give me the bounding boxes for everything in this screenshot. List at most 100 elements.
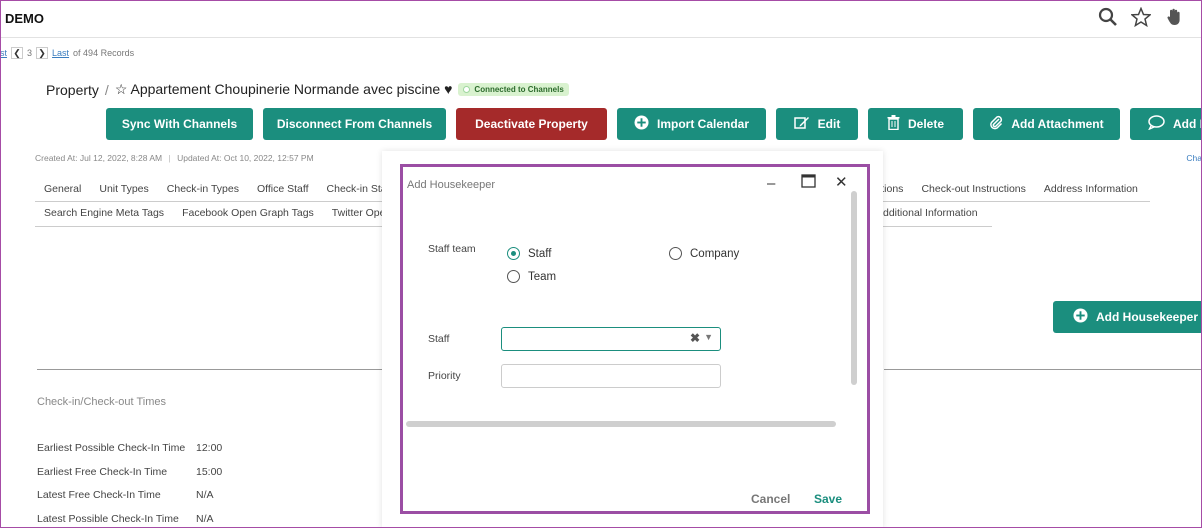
- tab-check-out-instructions[interactable]: Check-out Instructions: [921, 183, 1043, 195]
- deactivate-property-label: Deactivate Property: [475, 117, 588, 131]
- sync-channels-button[interactable]: Sync With Channels: [106, 108, 253, 140]
- time-value: 12:00: [196, 442, 223, 454]
- time-value: 15:00: [196, 465, 223, 478]
- updated-at: Updated At: Oct 10, 2022, 12:57 PM: [177, 153, 314, 163]
- minimize-icon[interactable]: –: [767, 175, 775, 192]
- edit-icon: [793, 115, 810, 133]
- pager-next-button[interactable]: ❯: [36, 47, 49, 59]
- save-button[interactable]: Save: [814, 492, 842, 506]
- disconnect-channels-button[interactable]: Disconnect From Channels: [263, 108, 446, 140]
- tab-search-engine-meta-tags[interactable]: Search Engine Meta Tags: [35, 207, 173, 219]
- disconnect-channels-label: Disconnect From Channels: [276, 117, 433, 131]
- sync-channels-label: Sync With Channels: [121, 117, 238, 131]
- breadcrumb-root[interactable]: Property: [46, 82, 99, 98]
- breadcrumb-separator: /: [104, 81, 109, 98]
- list-item: Latest Possible Check-In Time N/A: [37, 513, 222, 528]
- tab-facebook-open-graph-tags[interactable]: Facebook Open Graph Tags: [173, 207, 323, 219]
- horizontal-scrollbar[interactable]: [406, 421, 836, 427]
- section-divider-right: [884, 369, 1202, 370]
- deactivate-property-button[interactable]: Deactivate Property: [456, 108, 607, 140]
- radio-company-label: Company: [690, 247, 740, 260]
- pager-records-count: of 494 Records: [73, 48, 135, 58]
- time-value: N/A: [196, 512, 214, 525]
- change-link[interactable]: Cha: [1186, 153, 1202, 163]
- tabs-row-2: Search Engine Meta Tags Facebook Open Gr…: [35, 207, 401, 227]
- close-icon[interactable]: ✕: [835, 173, 848, 191]
- tab-general[interactable]: General: [35, 183, 90, 195]
- hand-icon[interactable]: [1164, 7, 1184, 27]
- add-housekeeper-label: Add Housekeeper: [1096, 310, 1199, 324]
- edit-button[interactable]: Edit: [776, 108, 858, 140]
- checkin-times-list: Earliest Possible Check-In Time 12:00 Ear…: [37, 442, 222, 528]
- pager: st ❮ 3 ❯ Last of 494 Records: [0, 47, 134, 59]
- vertical-scrollbar[interactable]: [851, 191, 857, 385]
- comment-icon: [1148, 115, 1165, 133]
- cancel-button[interactable]: Cancel: [751, 492, 790, 506]
- radio-unchecked-icon: [669, 247, 682, 260]
- tabs-row-1: General Unit Types Check-in Types Office…: [35, 183, 399, 202]
- import-calendar-button[interactable]: Import Calendar: [617, 108, 766, 140]
- radio-unchecked-icon: [507, 270, 520, 283]
- radio-checked-icon: [507, 247, 520, 260]
- status-badge: Connected to Channels: [458, 83, 569, 96]
- app-title: DEMO: [5, 11, 44, 26]
- add-housekeeper-dialog: Add Housekeeper – ✕ Staff team Staff Tea…: [400, 164, 870, 514]
- breadcrumb: Property / ☆ Appartement Choupinerie Nor…: [46, 81, 569, 98]
- search-icon[interactable]: [1098, 7, 1118, 27]
- time-label: Latest Free Check-In Time: [37, 489, 161, 501]
- staff-label: Staff: [428, 333, 450, 345]
- priority-label: Priority: [428, 370, 461, 382]
- section-divider: [37, 369, 382, 370]
- edit-label: Edit: [817, 117, 841, 131]
- clear-icon[interactable]: ✖: [690, 331, 700, 345]
- pager-prev-button[interactable]: ❮: [11, 47, 24, 59]
- tab-additional-information[interactable]: Additional Information: [876, 207, 992, 227]
- radio-team[interactable]: Team: [507, 270, 556, 283]
- action-toolbar: Sync With Channels Disconnect From Chann…: [106, 108, 1202, 140]
- record-meta: Created At: Jul 12, 2022, 8:28 AM | Upda…: [35, 153, 314, 163]
- trash-icon: [887, 115, 900, 133]
- dialog-title: Add Housekeeper: [407, 179, 496, 191]
- staff-team-label: Staff team: [428, 243, 476, 255]
- add-attachment-label: Add Attachment: [1011, 117, 1104, 131]
- created-at: Created At: Jul 12, 2022, 8:28 AM: [35, 153, 163, 163]
- status-badge-text: Connected to Channels: [474, 85, 564, 94]
- add-note-button[interactable]: Add N: [1130, 108, 1202, 140]
- tab-unit-types[interactable]: Unit Types: [90, 183, 157, 195]
- delete-button[interactable]: Delete: [868, 108, 963, 140]
- tabs-row-1-right: ctions Check-out Instructions Address In…: [876, 183, 1150, 202]
- list-item: Latest Free Check-In Time N/A: [37, 489, 222, 513]
- time-value: N/A: [196, 489, 214, 501]
- list-item: Earliest Free Check-In Time 15:00: [37, 466, 222, 490]
- radio-staff[interactable]: Staff: [507, 247, 551, 260]
- time-label: Earliest Free Check-In Time: [37, 465, 168, 478]
- tab-check-in-types[interactable]: Check-in Types: [158, 183, 248, 195]
- priority-input[interactable]: [501, 364, 721, 388]
- pager-page-number[interactable]: 3: [27, 48, 32, 58]
- add-housekeeper-button[interactable]: Add Housekeeper: [1053, 301, 1202, 333]
- top-bar: DEMO: [0, 0, 1202, 38]
- maximize-icon[interactable]: [801, 174, 816, 192]
- delete-label: Delete: [907, 117, 945, 131]
- tab-address-information[interactable]: Address Information: [1044, 183, 1156, 195]
- star-icon[interactable]: [1130, 6, 1152, 28]
- time-label: Latest Possible Check-In Time: [37, 512, 179, 525]
- add-note-label: Add N: [1173, 117, 1202, 131]
- import-calendar-label: Import Calendar: [657, 117, 750, 131]
- list-item: Earliest Possible Check-In Time 12:00: [37, 442, 222, 466]
- plus-circle-icon: [634, 115, 649, 133]
- staff-select[interactable]: ✖ ▼: [501, 327, 721, 351]
- radio-team-label: Team: [528, 270, 557, 283]
- time-label: Earliest Possible Check-In Time: [37, 442, 186, 454]
- chevron-down-icon[interactable]: ▼: [704, 332, 713, 342]
- paperclip-icon: [989, 115, 1003, 133]
- checkin-section-title: Check-in/Check-out Times: [37, 396, 166, 408]
- add-attachment-button[interactable]: Add Attachment: [973, 108, 1120, 140]
- tab-office-staff[interactable]: Office Staff: [248, 183, 318, 195]
- radio-staff-label: Staff: [528, 247, 552, 260]
- plus-circle-icon: [1073, 308, 1088, 326]
- pager-first-link[interactable]: st: [0, 48, 7, 58]
- page-title: ☆ Appartement Choupinerie Normande avec …: [114, 81, 453, 97]
- pager-last-link[interactable]: Last: [52, 48, 69, 58]
- radio-company[interactable]: Company: [669, 247, 739, 260]
